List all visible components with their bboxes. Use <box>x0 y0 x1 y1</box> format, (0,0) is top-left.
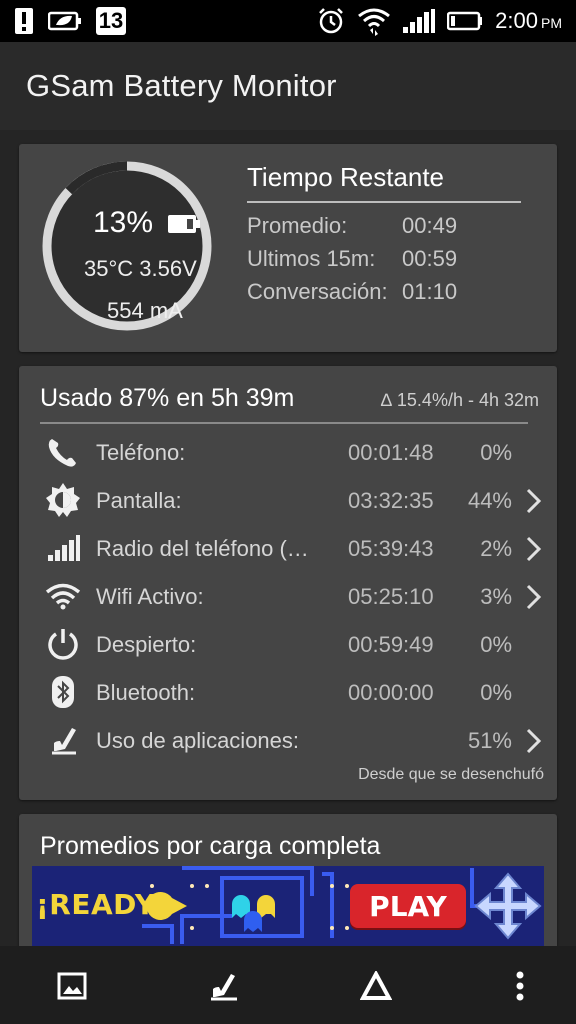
bottom-toolbar <box>0 946 576 1024</box>
usage-title: Usado 87% en 5h 39m <box>40 384 295 412</box>
time-remaining-title: Tiempo Restante <box>247 162 445 192</box>
alert-icon <box>14 7 34 35</box>
usage-row-screen[interactable]: Pantalla: 03:32:35 44% <box>19 478 557 526</box>
divider <box>247 201 521 203</box>
usage-row-phone[interactable]: Teléfono: 00:01:48 0% <box>19 430 557 478</box>
image-icon <box>57 972 87 1000</box>
battery-small-icon <box>167 214 201 239</box>
chevron-right-icon[interactable] <box>525 727 543 755</box>
ad-play-button[interactable]: PLAY <box>350 884 466 928</box>
signal-icon <box>403 9 436 33</box>
clock: 2:00 PM <box>495 8 562 33</box>
overflow-menu-button[interactable] <box>498 964 542 1008</box>
usage-row-bluetooth[interactable]: Bluetooth: 00:00:00 0% <box>19 670 557 718</box>
app-usage-icon <box>45 722 81 758</box>
status-bar: 13 2:00 PM <box>0 0 576 42</box>
main-content[interactable]: 13% 35°C 3.56V 554 mA Tiempo Restante Pr… <box>0 130 576 946</box>
alarm-icon <box>317 7 345 35</box>
delta-button[interactable] <box>354 964 398 1008</box>
chevron-right-icon[interactable] <box>525 583 543 611</box>
action-bar: GSam Battery Monitor <box>0 42 576 130</box>
current-draw: 554 mA <box>107 298 183 323</box>
bluetooth-icon <box>45 674 81 710</box>
ad-ready-text: ¡READY! <box>36 888 169 921</box>
notification-count-badge: 13 <box>96 7 126 35</box>
chevron-right-icon[interactable] <box>525 535 543 563</box>
app-usage-icon <box>211 974 237 1001</box>
app-title: GSam Battery Monitor <box>26 68 337 103</box>
usage-row-wifi[interactable]: Wifi Activo: 05:25:10 3% <box>19 574 557 622</box>
phone-icon <box>45 434 81 470</box>
overflow-menu-icon <box>516 971 524 1001</box>
averages-title: Promedios por carga completa <box>40 832 381 860</box>
wifi-icon <box>45 578 81 614</box>
image-button[interactable] <box>50 964 94 1008</box>
usage-row-awake[interactable]: Despierto: 00:59:49 0% <box>19 622 557 670</box>
temperature-voltage: 35°C 3.56V <box>84 256 197 281</box>
app-usage-button[interactable] <box>202 964 246 1008</box>
battery-gauge: 13% 35°C 3.56V 554 mA <box>39 158 215 334</box>
battery-summary-card[interactable]: 13% 35°C 3.56V 554 mA Tiempo Restante Pr… <box>19 144 557 352</box>
delta-icon <box>360 971 392 1000</box>
battery-percent: 13% <box>93 206 154 239</box>
divider <box>40 422 528 424</box>
chevron-right-icon[interactable] <box>525 487 543 515</box>
signal-bars-icon <box>45 530 81 566</box>
battery-icon <box>447 11 483 31</box>
leaf-battery-icon <box>48 9 82 33</box>
brightness-icon <box>45 482 81 518</box>
power-icon <box>45 626 81 662</box>
usage-card: Usado 87% en 5h 39m ∆ 15.4%/h - 4h 32m T… <box>19 366 557 800</box>
wifi-icon <box>357 6 391 36</box>
usage-row-app-usage[interactable]: Uso de aplicaciones: 51% <box>19 718 557 766</box>
usage-rate: ∆ 15.4%/h - 4h 32m <box>380 390 539 410</box>
since-unplugged-note: Desde que se desenchufó <box>358 766 544 783</box>
usage-row-radio[interactable]: Radio del teléfono (… 05:39:43 2% <box>19 526 557 574</box>
ad-banner[interactable]: ¡READY! PLAY <box>32 866 544 946</box>
